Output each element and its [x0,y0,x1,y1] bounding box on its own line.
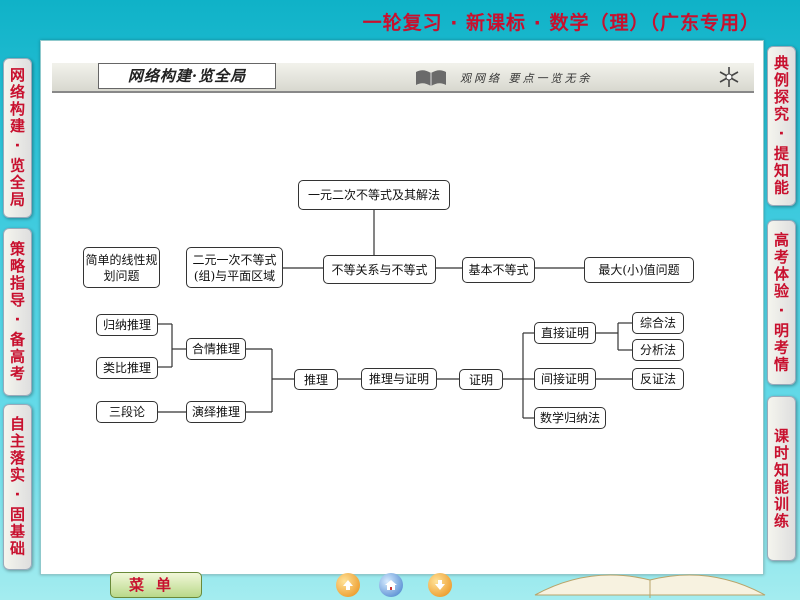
nav-down-button[interactable] [428,573,452,597]
node-reasoning: 推理 [294,369,338,390]
node-analytic-method: 分析法 [632,339,684,361]
node-analogical-reasoning: 类比推理 [96,357,158,379]
node-quadratic-inequality: 一元二次不等式及其解法 [298,180,450,210]
arrow-up-icon [343,580,353,590]
node-reasoning-and-proof: 推理与证明 [361,368,437,390]
arrow-down-icon [435,580,445,590]
node-synthetic-method: 综合法 [632,312,684,334]
open-book-decoration-icon [534,574,766,598]
node-basic-inequality: 基本不等式 [462,257,535,283]
node-syllogism: 三段论 [96,401,158,423]
node-max-min-problem: 最大(小)值问题 [584,257,694,283]
node-linear-programming: 简单的线性规划问题 [83,247,160,288]
node-proof: 证明 [459,369,503,390]
node-inequality-relations: 不等关系与不等式 [323,255,436,284]
node-proof-by-contradiction: 反证法 [632,368,684,390]
node-direct-proof: 直接证明 [534,322,596,344]
node-plausible-reasoning: 合情推理 [186,338,246,360]
node-deductive-reasoning: 演绎推理 [186,401,246,423]
nav-home-button[interactable] [379,573,403,597]
node-inductive-reasoning: 归纳推理 [96,314,158,336]
node-indirect-proof: 间接证明 [534,368,596,390]
connector-lines [158,210,632,419]
menu-button[interactable]: 菜单 [110,572,202,598]
node-linear-inequality-region: 二元一次不等式(组)与平面区域 [186,247,283,288]
nav-up-button[interactable] [336,573,360,597]
node-mathematical-induction: 数学归纳法 [534,407,606,429]
home-icon [385,580,397,590]
